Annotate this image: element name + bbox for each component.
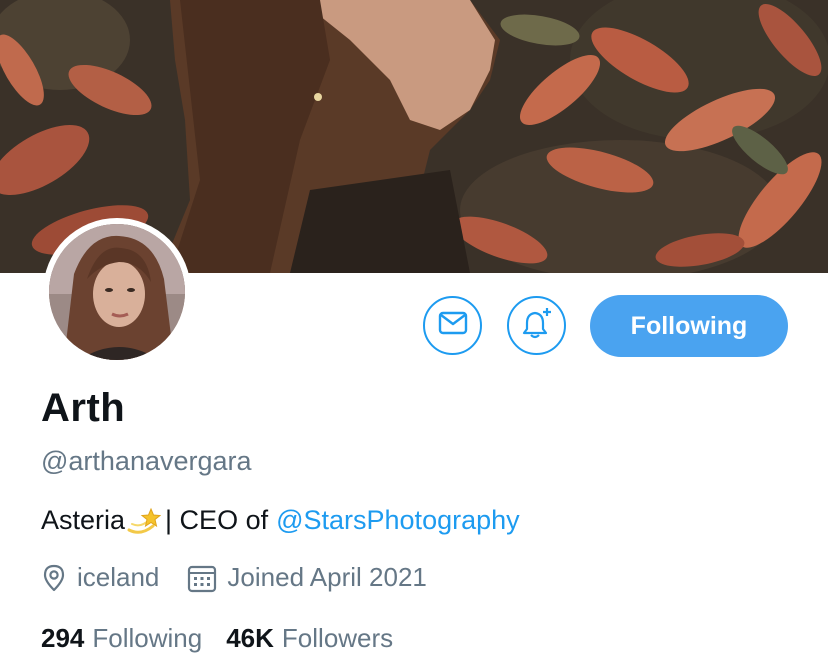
profile-handle: @arthanavergara [41,446,252,476]
location-text: iceland [77,562,160,592]
profile-name: Arth [41,386,126,430]
envelope-icon [438,311,468,340]
followers-count: 46K [226,623,274,653]
dizzy-star-emoji-icon [127,506,162,536]
message-button[interactable] [423,296,482,355]
bell-plus-icon [520,306,554,345]
following-button[interactable]: Following [590,295,788,357]
profile-stats: 294 Following 46K Followers [41,623,393,654]
joined-date-text: Joined April 2021 [227,562,427,592]
location-item: iceland [41,562,159,593]
following-label: Following [92,623,203,653]
avatar-frame [43,218,191,366]
profile-page: Following Arth @arthanavergara Asteria |… [0,0,828,671]
notifications-button[interactable] [507,296,566,355]
bio-text-start: Asteria [41,505,126,535]
joined-item: Joined April 2021 [187,562,427,593]
location-pin-icon [41,564,67,592]
profile-bio: Asteria | CEO of @StarsPhotography [41,505,520,536]
calendar-icon [187,563,217,593]
bio-mention-link[interactable]: @StarsPhotography [276,505,520,536]
following-count: 294 [41,623,85,653]
followers-label: Followers [281,623,394,653]
following-button-label: Following [630,311,748,340]
profile-meta: iceland Joined April 2021 [41,562,427,593]
following-count-link[interactable]: 294 Following [41,623,202,654]
followers-count-link[interactable]: 46K Followers [226,623,393,654]
avatar[interactable] [49,224,185,360]
bio-text-role: | CEO of [165,505,269,535]
